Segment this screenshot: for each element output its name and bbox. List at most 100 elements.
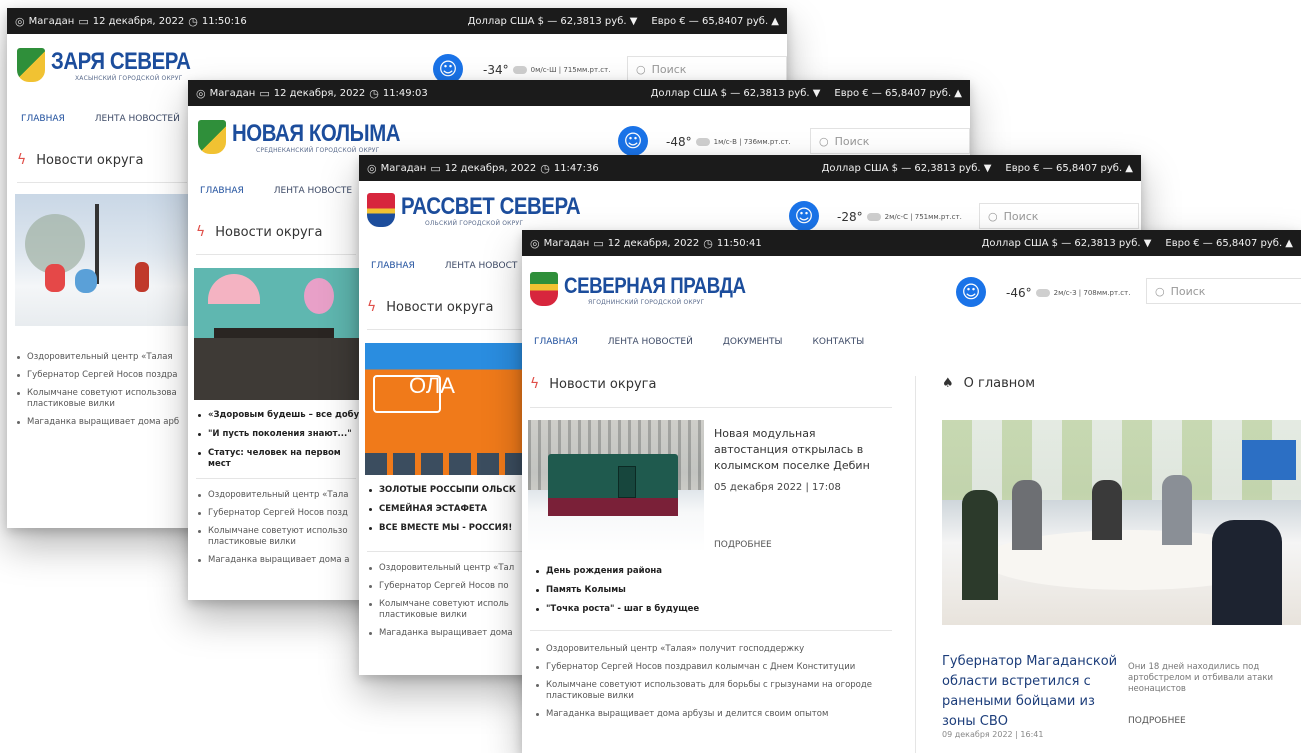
section-heading: ϟ Новости округа <box>367 299 493 315</box>
nav-home[interactable]: ГЛАВНАЯ <box>21 114 65 124</box>
search-input[interactable]: ○ Поиск <box>1146 278 1301 304</box>
logo-subtitle: ОЛЬСКИЙ ГОРОДСКОЙ ОКРУГ <box>425 219 524 227</box>
nav-home[interactable]: ГЛАВНАЯ <box>534 337 578 347</box>
accessibility-button[interactable]: ☺ <box>789 201 819 231</box>
article-title-text: Новая модульная автостанция открылась в … <box>714 427 870 472</box>
location-pin-icon: ◎ <box>530 236 540 250</box>
main-nav: ГЛАВНАЯ ЛЕНТА НОВОСТЕЙ ДОКУМЕНТЫ КОНТАКТ… <box>534 337 864 347</box>
location-pin-icon: ◎ <box>367 161 377 175</box>
usd-rate: Доллар США $ — 62,3813 руб. ▼ <box>467 15 638 27</box>
temperature: -48° <box>666 135 692 149</box>
news-list: Оздоровительный центр «Тала Губернатор С… <box>196 490 366 573</box>
nav-news-feed[interactable]: ЛЕНТА НОВОСТЕ <box>274 186 352 196</box>
weather-details: 0м/с-Ш | 715мм.рт.ст. <box>530 66 611 74</box>
search-input[interactable]: ○ Поиск <box>810 128 970 154</box>
calendar-icon: ▭ <box>259 86 270 100</box>
emblem-icon <box>367 193 395 227</box>
clock-icon: ◷ <box>188 14 198 28</box>
section-title: Новости округа <box>386 299 494 315</box>
section-title: Новости округа <box>549 376 657 392</box>
emblem-icon <box>17 48 45 82</box>
search-icon: ○ <box>988 209 998 223</box>
list-item[interactable]: Губернатор Сергей Носов позд <box>196 508 366 519</box>
main-photo[interactable] <box>942 420 1301 625</box>
accessibility-icon: ☺ <box>438 58 458 80</box>
time-text: 11:50:41 <box>716 237 762 249</box>
site-logo[interactable]: НОВАЯ КОЛЫМА СРЕДНЕКАНСКИЙ ГОРОДСКОЙ ОКР… <box>198 120 430 154</box>
article-title[interactable]: Новая модульная автостанция открылась в … <box>714 426 889 474</box>
list-item[interactable]: "И пусть поколения знают..." <box>196 429 366 440</box>
list-item[interactable]: Магаданка выращивает дома арбузы и делит… <box>534 709 890 720</box>
list-item[interactable]: Память Колымы <box>534 585 874 596</box>
list-item[interactable]: Оздоровительный центр «Талая» получит го… <box>534 644 890 655</box>
nav-documents[interactable]: ДОКУМЕНТЫ <box>723 337 783 347</box>
usd-rate: Доллар США $ — 62,3813 руб. ▼ <box>981 237 1152 249</box>
list-item[interactable]: Оздоровительный центр «Тала <box>196 490 366 501</box>
search-input[interactable]: ○ Поиск <box>627 56 787 82</box>
main-nav: ГЛАВНАЯ ЛЕНТА НОВОСТЕЙ <box>21 114 180 124</box>
list-item-text: пластиковые вилки <box>379 610 467 620</box>
list-item[interactable]: ВСЕ ВМЕСТЕ МЫ - РОССИЯ! <box>367 523 527 534</box>
bolt-icon: ϟ <box>530 376 540 392</box>
accessibility-button[interactable]: ☺ <box>956 277 986 307</box>
list-item[interactable]: Магаданка выращивает дома <box>367 628 527 639</box>
main-article-title[interactable]: Губернатор Магаданской области встретилс… <box>942 652 1120 732</box>
logo-subtitle: ЯГОДНИНСКИЙ ГОРОДСКОЙ ОКРУГ <box>588 298 705 306</box>
news-photo[interactable] <box>194 268 364 400</box>
list-item[interactable]: Колымчане советуют использо пластиковые в… <box>196 526 366 548</box>
list-item[interactable]: Губернатор Сергей Носов по <box>367 581 527 592</box>
article-photo[interactable] <box>528 420 704 552</box>
nav-contacts[interactable]: КОНТАКТЫ <box>812 337 864 347</box>
eur-rate: Евро € — 65,8407 руб. ▲ <box>651 15 779 27</box>
nav-news-feed[interactable]: ЛЕНТА НОВОСТЕЙ <box>608 337 693 347</box>
section-heading-news: ϟ Новости округа <box>530 376 656 392</box>
article-date: 05 декабря 2022 | 17:08 <box>714 482 841 493</box>
list-item[interactable]: Колымчане советуют использовать для борь… <box>534 680 890 702</box>
list-item[interactable]: Статус: человек на первом мест <box>196 448 366 470</box>
logo-name: ЗАРЯ СЕВЕРА <box>51 47 191 75</box>
news-photo[interactable]: ОЛА <box>365 343 525 475</box>
site-logo[interactable]: ЗАРЯ СЕВЕРА ХАСЫНСКИЙ ГОРОДСКОЙ ОКРУГ <box>17 48 215 82</box>
nav-home[interactable]: ГЛАВНАЯ <box>371 261 415 271</box>
calendar-icon: ▭ <box>593 236 604 250</box>
list-item-text: пластиковые вилки <box>208 537 296 547</box>
nav-news-feed[interactable]: ЛЕНТА НОВОСТЕЙ <box>95 114 180 124</box>
list-item[interactable]: Магаданка выращивает дома а <box>196 555 366 566</box>
nav-home[interactable]: ГЛАВНАЯ <box>200 186 244 196</box>
list-item[interactable]: Магаданка выращивает дома арб <box>15 417 190 428</box>
bolt-icon: ϟ <box>196 224 206 240</box>
site-logo[interactable]: СЕВЕРНАЯ ПРАВДА ЯГОДНИНСКИЙ ГОРОДСКОЙ ОК… <box>530 272 778 306</box>
main-read-more-link[interactable]: ПОДРОБНЕЕ <box>1128 716 1186 726</box>
list-item[interactable]: Оздоровительный центр «Талая <box>15 352 190 363</box>
nav-news-feed[interactable]: ЛЕНТА НОВОСТ <box>445 261 518 271</box>
time-text: 11:47:36 <box>553 162 599 174</box>
location-pin-icon: ◎ <box>15 14 25 28</box>
list-item[interactable]: Губернатор Сергей Носов поздра <box>15 370 190 381</box>
list-item[interactable]: ЗОЛОТЫЕ РОССЫПИ ОЛЬСК <box>367 485 527 496</box>
list-item[interactable]: Оздоровительный центр «Тал <box>367 563 527 574</box>
list-item[interactable]: Губернатор Сергей Носов поздравил колымч… <box>534 662 890 673</box>
date-text: 12 декабря, 2022 <box>444 162 537 174</box>
site-card-severnaya-pravda: ◎ Магадан ▭ 12 декабря, 2022 ◷ 11:50:41 … <box>522 230 1301 753</box>
list-item[interactable]: День рождения района <box>534 566 874 577</box>
news-list: Оздоровительный центр «Талая» получит го… <box>534 644 890 727</box>
list-item[interactable]: "Точка роста" - шаг в будущее <box>534 604 874 615</box>
eur-rate: Евро € — 65,8407 руб. ▲ <box>1165 237 1293 249</box>
divider <box>17 182 187 183</box>
logo-name: НОВАЯ КОЛЫМА <box>232 119 401 147</box>
list-item[interactable]: «Здоровым будешь – все добуд <box>196 410 366 421</box>
list-item[interactable]: Колымчане советуют использова пластиковые… <box>15 388 190 410</box>
read-more-link[interactable]: ПОДРОБНЕЕ <box>714 540 772 550</box>
site-logo[interactable]: РАССВЕТ СЕВЕРА ОЛЬСКИЙ ГОРОДСКОЙ ОКРУГ <box>367 193 612 227</box>
usd-rate: Доллар США $ — 62,3813 руб. ▼ <box>650 87 821 99</box>
news-photo[interactable] <box>15 194 190 326</box>
list-item[interactable]: Колымчане советуют исполь пластиковые вил… <box>367 599 527 621</box>
list-item-text: Колымчане советуют использова <box>27 388 177 398</box>
search-input[interactable]: ○ Поиск <box>979 203 1139 229</box>
main-nav: ГЛАВНАЯ ЛЕНТА НОВОСТЕ <box>200 186 352 196</box>
usd-rate: Доллар США $ — 62,3813 руб. ▼ <box>821 162 992 174</box>
accessibility-button[interactable]: ☺ <box>618 126 648 156</box>
clock-icon: ◷ <box>540 161 550 175</box>
search-icon: ○ <box>1155 284 1165 298</box>
list-item[interactable]: СЕМЕЙНАЯ ЭСТАФЕТА <box>367 504 527 515</box>
